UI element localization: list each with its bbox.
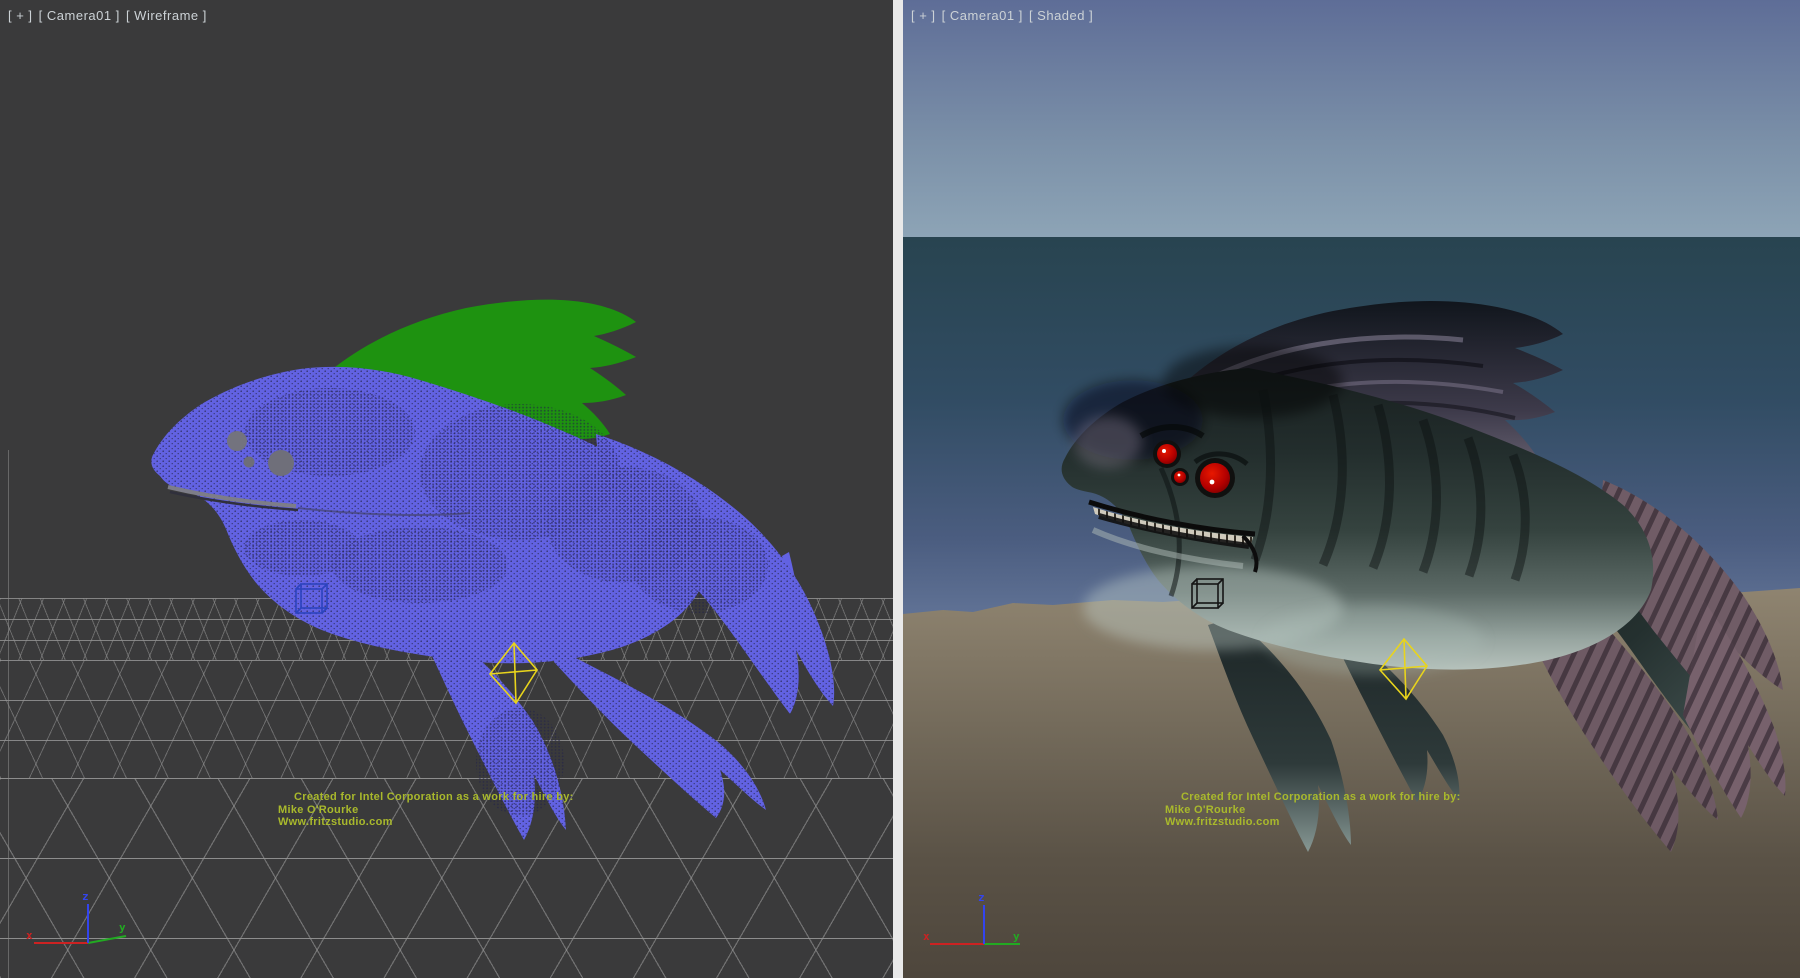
- axis-z-label: z: [82, 890, 89, 903]
- fish-eye-upper: [1157, 444, 1177, 464]
- wireframe-scene: x y z: [0, 0, 893, 978]
- sky: [903, 0, 1800, 237]
- axis-y-label: y: [1013, 930, 1020, 943]
- credit-line-1: Created for Intel Corporation as a work …: [1165, 791, 1461, 804]
- credit-line-3: Www.fritzstudio.com: [1165, 816, 1461, 829]
- dual-viewport-screenshot: [ + ] [ Camera01 ] [ Wireframe ]: [0, 0, 1800, 978]
- credit-text: Created for Intel Corporation as a work …: [1165, 791, 1461, 829]
- credit-line-2: Mike O'Rourke: [278, 804, 574, 817]
- axis-x-label: x: [26, 929, 33, 942]
- viewport-menu-shading[interactable]: [ Wireframe ]: [126, 8, 207, 23]
- viewport-menu-shading[interactable]: [ Shaded ]: [1029, 8, 1093, 23]
- viewport-shaded[interactable]: [ + ] [ Camera01 ] [ Shaded ]: [903, 0, 1800, 978]
- credit-text: Created for Intel Corporation as a work …: [278, 791, 574, 829]
- axis-gizmo: x y z: [26, 890, 126, 943]
- viewport-wireframe[interactable]: [ + ] [ Camera01 ] [ Wireframe ]: [0, 0, 893, 978]
- fish-eye-small: [1174, 471, 1186, 483]
- axis-y-label: y: [119, 921, 126, 934]
- viewport-splitter[interactable]: [893, 0, 903, 978]
- viewport-menu-general[interactable]: [ + ]: [911, 8, 936, 23]
- shaded-scene: x y z: [903, 0, 1800, 978]
- credit-line-3: Www.fritzstudio.com: [278, 816, 574, 829]
- credit-line-1: Created for Intel Corporation as a work …: [278, 791, 574, 804]
- viewport-label-right: [ + ] [ Camera01 ] [ Shaded ]: [911, 8, 1095, 23]
- axis-z-label: z: [978, 891, 985, 904]
- axis-x-label: x: [923, 930, 930, 943]
- viewport-menu-general[interactable]: [ + ]: [8, 8, 33, 23]
- fish-eye-large: [1200, 463, 1230, 493]
- viewport-menu-pov[interactable]: [ Camera01 ]: [942, 8, 1023, 23]
- fish-eye-upper: [227, 431, 247, 451]
- fish-eye-small: [244, 457, 255, 468]
- fish-eye-large: [268, 450, 294, 476]
- viewport-menu-pov[interactable]: [ Camera01 ]: [39, 8, 120, 23]
- credit-line-2: Mike O'Rourke: [1165, 804, 1461, 817]
- fish-model-wireframe[interactable]: [151, 300, 834, 840]
- viewport-label-left: [ + ] [ Camera01 ] [ Wireframe ]: [8, 8, 209, 23]
